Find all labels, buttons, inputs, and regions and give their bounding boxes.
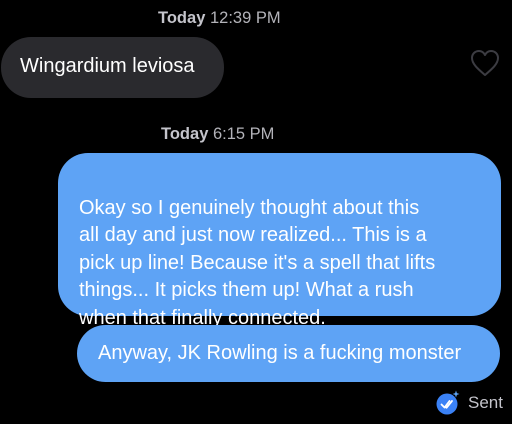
outgoing-message-bubble[interactable]: Anyway, JK Rowling is a fucking monster [77, 325, 500, 382]
outgoing-message-bubble[interactable]: Okay so I genuinely thought about this a… [58, 153, 501, 329]
timestamp-day: Today [158, 9, 206, 27]
incoming-message-bubble[interactable]: Wingardium leviosa [1, 37, 224, 98]
message-text: Okay so I genuinely thought about this a… [79, 196, 436, 329]
message-text: Anyway, JK Rowling is a fucking monster [98, 342, 462, 364]
timestamp-time: 6:15 PM [212, 125, 275, 143]
double-check-icon [436, 390, 460, 415]
heart-outline-icon[interactable] [470, 49, 500, 77]
message-text: Wingardium leviosa [20, 55, 195, 77]
sent-label: Sent [468, 393, 503, 412]
timestamp-2: Today 6:15 PM [161, 125, 274, 144]
timestamp-1: Today 12:39 PM [158, 9, 281, 28]
timestamp-time: 12:39 PM [209, 9, 281, 27]
read-receipt: Sent [434, 388, 503, 418]
timestamp-day: Today [161, 125, 209, 143]
chat-screen: { "conversation": { "timestamps": [ {"da… [0, 0, 512, 424]
